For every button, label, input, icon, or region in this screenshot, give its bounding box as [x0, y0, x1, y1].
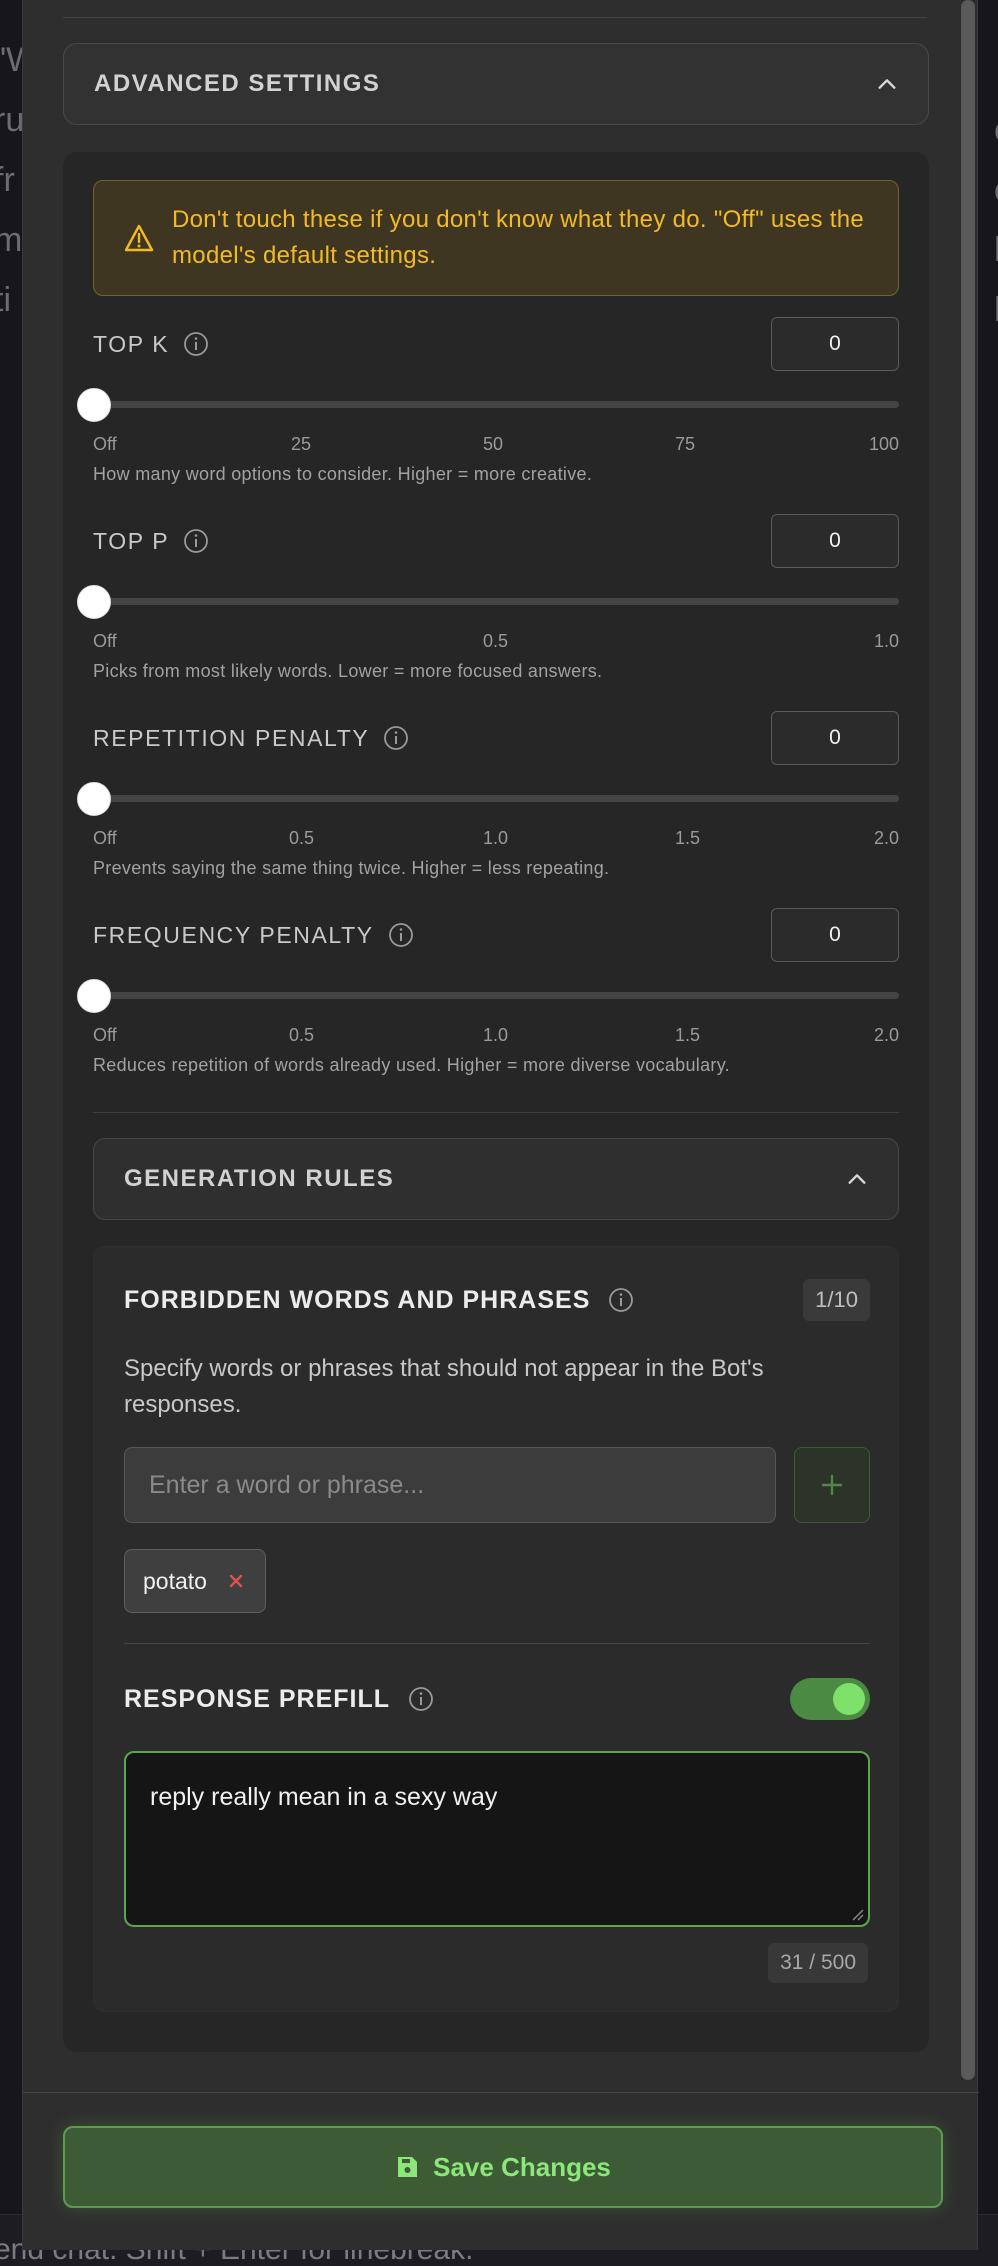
top-p-label: TOP P	[93, 527, 170, 554]
param-repetition-penalty: REPETITION PENALTY 0 Off 0.5 1.0 1.5 2.0…	[77, 710, 899, 879]
tick-label: 0.5	[289, 828, 315, 848]
plus-icon	[821, 1474, 843, 1496]
warning-icon	[124, 224, 154, 252]
repetition-penalty-label: REPETITION PENALTY	[93, 724, 370, 751]
slider-thumb[interactable]	[77, 388, 111, 422]
prefill-char-count: 31 / 500	[768, 1943, 868, 1983]
forbidden-words-header: FORBIDDEN WORDS AND PHRASES 1/10	[124, 1275, 870, 1325]
info-icon[interactable]	[183, 528, 209, 554]
param-top-p: TOP P 0 Off 0.5 1.0 Picks from most like…	[77, 513, 899, 682]
top-k-hint: How many word options to consider. Highe…	[93, 464, 593, 484]
warning-banner: Don't touch these if you don't know what…	[93, 180, 899, 296]
top-p-input[interactable]: 0	[771, 514, 899, 568]
section-divider	[93, 1112, 899, 1113]
background-chat-left: "Wrufrmti	[0, 41, 24, 319]
prefill-text: reply really mean in a sexy way	[150, 1783, 498, 1811]
tick-label: Off	[93, 631, 117, 651]
forbidden-words-description: Specify words or phrases that should not…	[124, 1355, 764, 1418]
top-k-label: TOP K	[93, 330, 170, 357]
repetition-penalty-input[interactable]: 0	[771, 711, 899, 765]
generation-rules-title: GENERATION RULES	[124, 1165, 395, 1192]
repetition-penalty-slider[interactable]	[77, 778, 899, 818]
tick-label: Off	[93, 434, 117, 454]
forbidden-count-badge: 1/10	[803, 1279, 870, 1321]
chevron-up-icon	[848, 1174, 866, 1184]
slider-track	[93, 401, 899, 408]
top-k-slider[interactable]	[77, 384, 899, 424]
tick-label: Off	[93, 828, 117, 848]
response-prefill-header: RESPONSE PREFILL	[124, 1675, 870, 1723]
top-k-input[interactable]: 0	[771, 317, 899, 371]
footer-divider	[23, 2092, 979, 2093]
frequency-penalty-input[interactable]: 0	[771, 908, 899, 962]
frequency-penalty-ticks: Off 0.5 1.0 1.5 2.0	[93, 1025, 899, 1049]
frequency-penalty-slider[interactable]	[77, 975, 899, 1015]
background-chat-right: eehh	[994, 100, 998, 340]
warning-text: Don't touch these if you don't know what…	[172, 206, 865, 269]
tick-label: 1.5	[675, 828, 701, 848]
tick-label: 2.0	[873, 1025, 899, 1045]
toggle-knob	[833, 1683, 865, 1715]
forbidden-word-input[interactable]	[124, 1447, 776, 1523]
tick-label: 2.0	[873, 828, 899, 848]
frequency-penalty-hint: Reduces repetition of words already used…	[93, 1055, 730, 1075]
top-p-hint: Picks from most likely words. Lower = mo…	[93, 661, 603, 681]
tick-label: 100	[868, 434, 899, 454]
slider-thumb[interactable]	[77, 979, 111, 1013]
chevron-up-icon	[878, 79, 896, 89]
info-icon[interactable]	[408, 1686, 434, 1712]
tick-label: 1.0	[873, 631, 899, 651]
repetition-penalty-hint: Prevents saying the same thing twice. Hi…	[93, 858, 610, 878]
slider-track	[93, 598, 899, 605]
rules-divider	[124, 1643, 870, 1644]
slider-track	[93, 992, 899, 999]
forbidden-words-title: FORBIDDEN WORDS AND PHRASES	[124, 1285, 591, 1314]
advanced-settings-title: ADVANCED SETTINGS	[94, 70, 381, 97]
tick-label: 1.0	[483, 828, 509, 848]
tick-label: 1.5	[675, 1025, 701, 1045]
top-k-ticks: Off 25 50 75 100	[93, 434, 899, 458]
settings-modal: ADVANCED SETTINGS Don't touch these if y…	[22, 0, 979, 2250]
save-changes-button[interactable]: Save Changes	[63, 2126, 943, 2208]
generation-rules-header[interactable]: GENERATION RULES	[93, 1138, 899, 1220]
advanced-settings-panel: Don't touch these if you don't know what…	[63, 152, 929, 2052]
generation-rules-panel: FORBIDDEN WORDS AND PHRASES 1/10 Specify…	[93, 1246, 899, 2012]
tick-label: 25	[291, 434, 312, 454]
tick-label: 50	[483, 434, 504, 454]
save-icon	[398, 2157, 418, 2177]
response-prefill-title: RESPONSE PREFILL	[124, 1684, 391, 1713]
forbidden-word-chip: potato	[124, 1549, 266, 1613]
slider-thumb[interactable]	[77, 782, 111, 816]
repetition-penalty-ticks: Off 0.5 1.0 1.5 2.0	[93, 828, 899, 852]
tick-label: Off	[93, 1025, 117, 1045]
frequency-penalty-label: FREQUENCY PENALTY	[93, 921, 374, 948]
tick-label: 0.5	[483, 631, 509, 651]
info-icon[interactable]	[383, 725, 409, 751]
prefill-textarea[interactable]: reply really mean in a sexy way	[124, 1751, 870, 1927]
tick-label: 75	[675, 434, 696, 454]
modal-scrollbar[interactable]	[961, 0, 975, 2080]
info-icon[interactable]	[388, 922, 414, 948]
tick-label: 1.0	[483, 1025, 509, 1045]
save-button-label: Save Changes	[433, 2151, 611, 2182]
close-icon[interactable]	[227, 1572, 245, 1590]
top-divider	[63, 17, 927, 18]
advanced-settings-header[interactable]: ADVANCED SETTINGS	[63, 43, 929, 125]
param-top-k: TOP K 0 Off 25 50 75 100 How many word o…	[77, 316, 899, 485]
slider-track	[93, 795, 899, 802]
info-icon[interactable]	[183, 331, 209, 357]
param-frequency-penalty: FREQUENCY PENALTY 0 Off 0.5 1.0 1.5 2.0 …	[77, 907, 899, 1076]
top-p-ticks: Off 0.5 1.0	[93, 631, 899, 655]
tick-label: 0.5	[289, 1025, 315, 1045]
top-p-slider[interactable]	[77, 581, 899, 621]
slider-thumb[interactable]	[77, 585, 111, 619]
info-icon[interactable]	[608, 1287, 634, 1313]
prefill-toggle[interactable]	[790, 1678, 870, 1720]
add-word-button[interactable]	[794, 1447, 870, 1523]
chip-label: potato	[143, 1567, 207, 1594]
resize-handle-icon[interactable]	[850, 1907, 864, 1921]
